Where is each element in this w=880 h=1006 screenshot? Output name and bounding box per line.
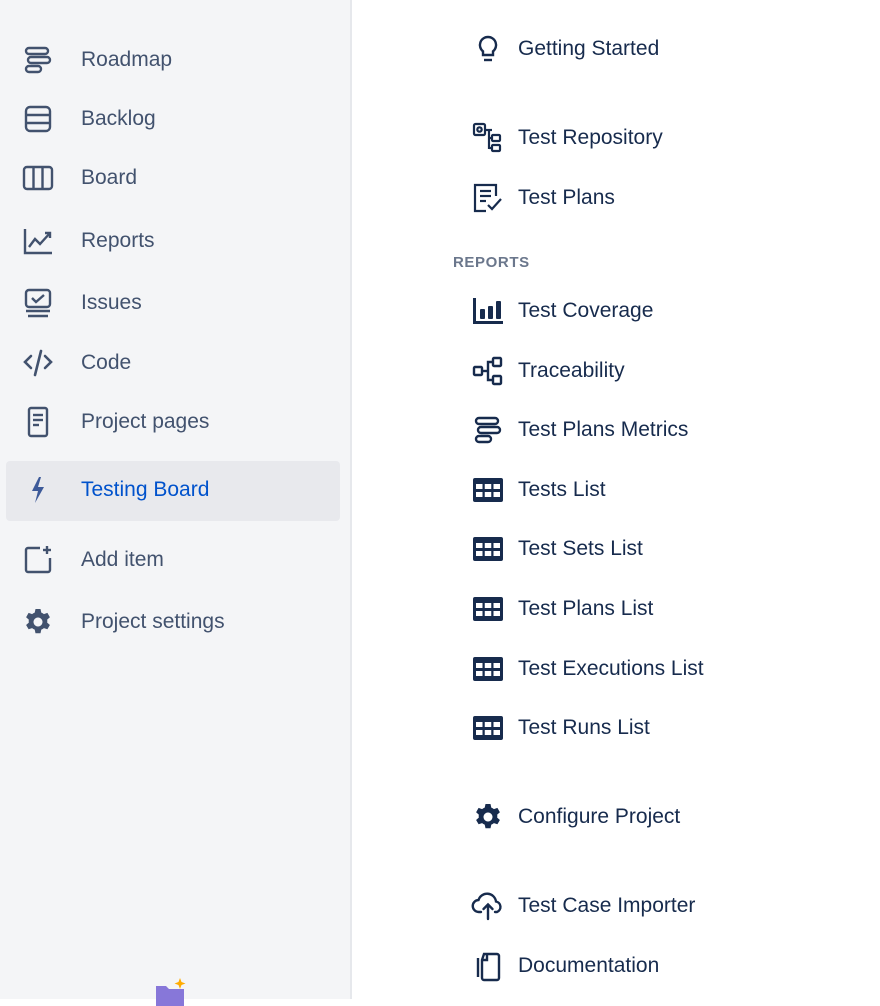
sidebar-divider <box>350 0 352 999</box>
menu-item-label: Getting Started <box>518 37 660 60</box>
menu-item-label: Tests List <box>518 478 606 501</box>
menu-item-label: Test Sets List <box>518 537 643 560</box>
sidebar-item-project-pages[interactable]: Project pages <box>0 393 350 451</box>
sidebar-item-backlog[interactable]: Backlog <box>0 90 350 148</box>
test-plan-icon <box>471 181 505 215</box>
menu-item-test-case-importer[interactable]: Test Case Importer <box>460 881 860 931</box>
menu-item-test-plans[interactable]: Test Plans <box>460 173 860 223</box>
documents-icon <box>471 949 505 983</box>
board-icon <box>22 162 54 194</box>
backlog-icon <box>22 103 54 135</box>
sidebar-item-label: Backlog <box>81 107 156 130</box>
sidebar-item-roadmap[interactable]: Roadmap <box>0 31 350 89</box>
menu-item-label: Test Case Importer <box>518 894 696 917</box>
folder-sparkle-icon <box>152 976 192 1006</box>
reports-section-heading: REPORTS <box>453 254 530 271</box>
sidebar-item-project-settings[interactable]: Project settings <box>0 593 350 651</box>
menu-item-tests-list[interactable]: Tests List <box>460 465 860 515</box>
menu-item-test-repository[interactable]: Test Repository <box>460 113 860 163</box>
sidebar-item-label: Board <box>81 166 138 189</box>
sidebar-item-label: Project settings <box>81 610 225 633</box>
sidebar-item-add-item[interactable]: Add item <box>0 531 350 589</box>
add-item-icon <box>22 544 54 576</box>
sidebar-item-label: Testing Board <box>81 478 210 501</box>
menu-item-test-runs-list[interactable]: Test Runs List <box>460 703 860 753</box>
issues-icon <box>22 287 54 319</box>
table-icon <box>471 592 505 626</box>
tree-icon <box>471 354 505 388</box>
menu-item-label: Test Repository <box>518 126 663 149</box>
lightbulb-icon <box>471 32 505 66</box>
table-icon <box>471 473 505 507</box>
gear-icon <box>471 800 505 834</box>
project-sidebar: Roadmap Backlog Board Reports Issues Cod… <box>0 0 350 1006</box>
menu-item-getting-started[interactable]: Getting Started <box>460 24 860 74</box>
menu-item-label: Traceability <box>518 359 625 382</box>
table-icon <box>471 711 505 745</box>
sidebar-item-reports[interactable]: Reports <box>0 212 350 270</box>
page-icon <box>22 406 54 438</box>
menu-item-label: Test Coverage <box>518 299 654 322</box>
menu-item-test-plans-metrics[interactable]: Test Plans Metrics <box>460 405 860 455</box>
sidebar-item-board[interactable]: Board <box>0 149 350 207</box>
menu-item-label: Test Plans List <box>518 597 654 620</box>
sidebar-item-label: Issues <box>81 291 142 314</box>
gear-icon <box>22 606 54 638</box>
bar-chart-icon <box>471 294 505 328</box>
cloud-upload-icon <box>471 889 505 923</box>
menu-item-configure-project[interactable]: Configure Project <box>460 792 860 842</box>
menu-item-label: Test Plans Metrics <box>518 418 689 441</box>
menu-item-label: Test Runs List <box>518 716 650 739</box>
table-icon <box>471 532 505 566</box>
menu-item-documentation[interactable]: Documentation <box>460 941 860 991</box>
menu-item-label: Test Executions List <box>518 657 704 680</box>
menu-item-test-sets-list[interactable]: Test Sets List <box>460 524 860 574</box>
sidebar-item-label: Reports <box>81 229 155 252</box>
menu-item-label: Documentation <box>518 954 660 977</box>
lightning-icon <box>22 474 54 506</box>
sidebar-item-testing-board[interactable]: Testing Board <box>0 461 350 521</box>
sidebar-item-label: Project pages <box>81 410 210 433</box>
menu-item-traceability[interactable]: Traceability <box>460 346 860 396</box>
sidebar-item-label: Code <box>81 351 132 374</box>
reports-icon <box>22 225 54 257</box>
code-icon <box>22 347 54 379</box>
sidebar-item-code[interactable]: Code <box>0 334 350 392</box>
menu-item-test-plans-list[interactable]: Test Plans List <box>460 584 860 634</box>
menu-item-label: Test Plans <box>518 186 615 209</box>
menu-item-test-coverage[interactable]: Test Coverage <box>460 286 860 336</box>
menu-item-test-executions-list[interactable]: Test Executions List <box>460 644 860 694</box>
table-icon <box>471 652 505 686</box>
roadmap-icon <box>471 413 505 447</box>
sidebar-item-label: Add item <box>81 548 164 571</box>
menu-item-label: Configure Project <box>518 805 681 828</box>
repository-icon <box>471 121 505 155</box>
sidebar-item-label: Roadmap <box>81 48 173 71</box>
sidebar-item-issues[interactable]: Issues <box>0 274 350 332</box>
roadmap-icon <box>22 44 54 76</box>
